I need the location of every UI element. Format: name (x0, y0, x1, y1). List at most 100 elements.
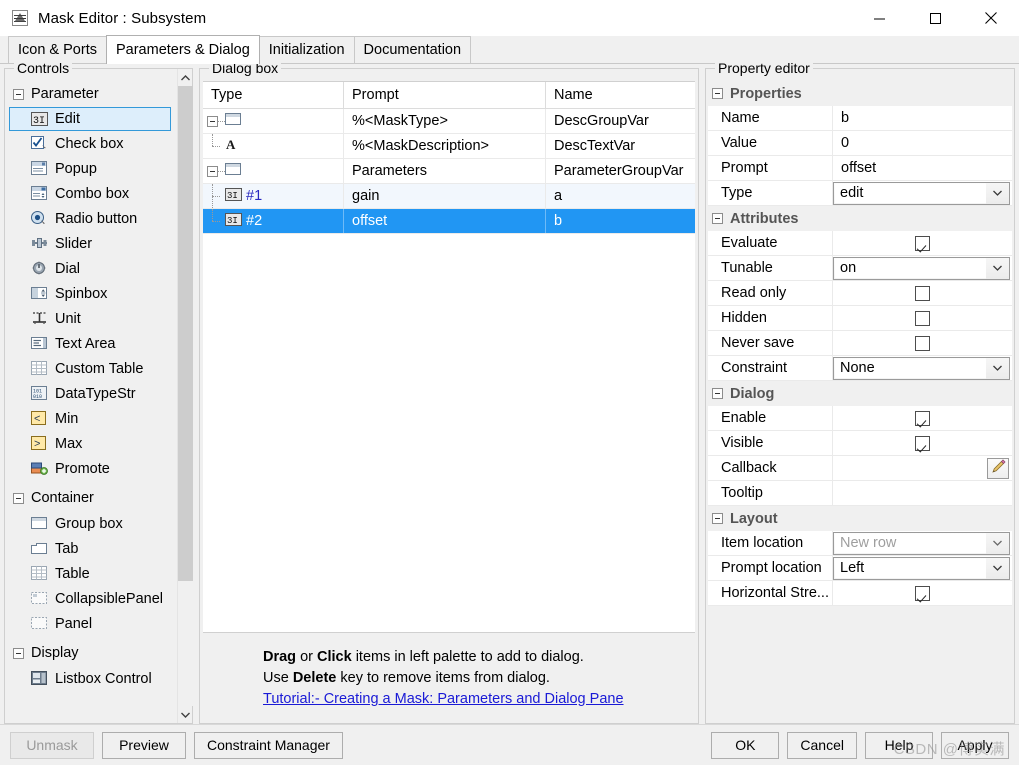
tab-initialization[interactable]: Initialization (258, 36, 355, 63)
dialog-tree-table[interactable]: Type Prompt Name %<MaskType> DescGroupVa… (203, 81, 695, 633)
column-header-type[interactable]: Type (203, 82, 344, 108)
property-value-value[interactable]: 0 (833, 131, 1012, 155)
row-prompt-cell[interactable]: gain (344, 184, 546, 208)
palette-item-group-box[interactable]: Group box (5, 511, 177, 536)
row-prompt-cell[interactable]: Parameters (344, 159, 546, 183)
scrollbar-thumb[interactable] (177, 86, 193, 581)
chevron-down-icon[interactable] (986, 357, 1009, 379)
palette-item-popup[interactable]: Popup (5, 156, 177, 181)
palette-item-dial[interactable]: Dial (5, 256, 177, 281)
help-button[interactable]: Help (865, 731, 933, 759)
prompt-location-dropdown[interactable]: Left (833, 556, 1010, 580)
maximize-icon[interactable] (907, 0, 963, 36)
palette-item-max[interactable]: > Max (5, 431, 177, 456)
column-header-prompt[interactable]: Prompt (344, 82, 546, 108)
callback-edit-button[interactable] (987, 457, 1009, 479)
close-icon[interactable] (963, 0, 1019, 36)
property-value-read-only[interactable] (833, 281, 1012, 305)
expand-collapse-icon[interactable] (207, 165, 218, 177)
row-prompt-cell[interactable]: offset (344, 209, 546, 233)
property-row-never-save[interactable]: Never save (708, 331, 1012, 356)
property-row-callback[interactable]: Callback (708, 456, 1012, 481)
apply-button[interactable]: Apply (941, 731, 1009, 759)
visible-checkbox[interactable] (915, 435, 930, 451)
palette-item-collapsiblepanel[interactable]: CollapsiblePanel (5, 586, 177, 611)
palette-item-datatypestr[interactable]: 101 010 DataTypeStr (5, 381, 177, 406)
table-row-selected[interactable]: 3I #2 offset b (203, 209, 695, 234)
palette-item-check-box[interactable]: Check box (5, 131, 177, 156)
palette-item-text-area[interactable]: Text Area (5, 331, 177, 356)
scrollbar-track[interactable] (177, 86, 193, 706)
ok-button[interactable]: OK (711, 731, 780, 759)
property-row-prompt[interactable]: Prompt offset (708, 156, 1012, 181)
property-row-visible[interactable]: Visible (708, 431, 1012, 456)
unmask-button[interactable]: Unmask (10, 731, 94, 759)
palette-item-radio-button[interactable]: Radio button (5, 206, 177, 231)
property-value-constraint[interactable]: None (833, 356, 1012, 380)
hidden-checkbox[interactable] (915, 310, 930, 326)
property-value-type[interactable]: edit (833, 181, 1012, 205)
table-row[interactable]: A %<MaskDescription> DescTextVar (203, 134, 695, 159)
palette-item-combo-box[interactable]: Combo box (5, 181, 177, 206)
table-row[interactable]: Parameters ParameterGroupVar (203, 159, 695, 184)
evaluate-checkbox[interactable] (915, 235, 930, 251)
chevron-down-icon[interactable] (986, 182, 1009, 204)
enable-checkbox[interactable] (915, 410, 930, 426)
property-row-enable[interactable]: Enable (708, 406, 1012, 431)
row-name-cell[interactable]: a (546, 184, 695, 208)
property-row-item-location[interactable]: Item location New row (708, 531, 1012, 556)
table-empty-area[interactable] (203, 234, 695, 632)
constraint-dropdown[interactable]: None (833, 356, 1010, 380)
palette-item-slider[interactable]: Slider (5, 231, 177, 256)
tunable-dropdown[interactable]: on (833, 256, 1010, 280)
chevron-down-icon[interactable] (986, 557, 1009, 579)
preview-button[interactable]: Preview (102, 731, 186, 759)
property-value-callback[interactable] (833, 456, 1012, 480)
row-name-cell[interactable]: b (546, 209, 695, 233)
property-row-horizontal-stretch[interactable]: Horizontal Stre... (708, 581, 1012, 606)
horizontal-stretch-checkbox[interactable] (915, 585, 930, 601)
chevron-down-icon[interactable] (986, 532, 1009, 554)
property-value-enable[interactable] (833, 406, 1012, 430)
controls-list[interactable]: Parameter 3I Edit Check box Popup Combo … (5, 69, 177, 723)
palette-item-table[interactable]: Table (5, 561, 177, 586)
scroll-up-icon[interactable] (178, 69, 193, 86)
property-value-hidden[interactable] (833, 306, 1012, 330)
collapse-toggle-icon[interactable] (13, 647, 24, 659)
tab-parameters-and-dialog[interactable]: Parameters & Dialog (105, 35, 260, 64)
column-header-name[interactable]: Name (546, 82, 695, 108)
property-value-never-save[interactable] (833, 331, 1012, 355)
property-value-evaluate[interactable] (833, 231, 1012, 255)
palette-item-min[interactable]: < Min (5, 406, 177, 431)
palette-group-display[interactable]: Display (5, 640, 177, 666)
scroll-down-icon[interactable] (178, 706, 193, 723)
expand-collapse-icon[interactable] (207, 115, 218, 127)
property-value-horizontal-stretch[interactable] (833, 581, 1012, 605)
row-prompt-cell[interactable]: %<MaskDescription> (344, 134, 546, 158)
never-save-checkbox[interactable] (915, 335, 930, 351)
palette-item-tab[interactable]: Tab (5, 536, 177, 561)
collapse-toggle-icon[interactable] (712, 513, 723, 524)
property-row-hidden[interactable]: Hidden (708, 306, 1012, 331)
property-row-read-only[interactable]: Read only (708, 281, 1012, 306)
collapse-toggle-icon[interactable] (712, 388, 723, 399)
palette-item-panel[interactable]: Panel (5, 611, 177, 636)
item-location-dropdown[interactable]: New row (833, 531, 1010, 555)
tab-documentation[interactable]: Documentation (353, 36, 472, 63)
tutorial-link[interactable]: Tutorial:- Creating a Mask: Parameters a… (263, 691, 624, 707)
property-value-prompt-location[interactable]: Left (833, 556, 1012, 580)
property-row-tooltip[interactable]: Tooltip (708, 481, 1012, 506)
property-row-tunable[interactable]: Tunable on (708, 256, 1012, 281)
property-section-attributes[interactable]: Attributes (708, 206, 1012, 231)
property-row-name[interactable]: Name b (708, 106, 1012, 131)
palette-item-edit[interactable]: 3I Edit (9, 107, 171, 131)
palette-item-unit[interactable]: Unit (5, 306, 177, 331)
chevron-down-icon[interactable] (986, 257, 1009, 279)
table-row[interactable]: %<MaskType> DescGroupVar (203, 109, 695, 134)
row-name-cell[interactable]: ParameterGroupVar (546, 159, 695, 183)
type-dropdown[interactable]: edit (833, 181, 1010, 205)
property-row-type[interactable]: Type edit (708, 181, 1012, 206)
row-name-cell[interactable]: DescTextVar (546, 134, 695, 158)
table-row[interactable]: 3I #1 gain a (203, 184, 695, 209)
palette-item-spinbox[interactable]: Spinbox (5, 281, 177, 306)
